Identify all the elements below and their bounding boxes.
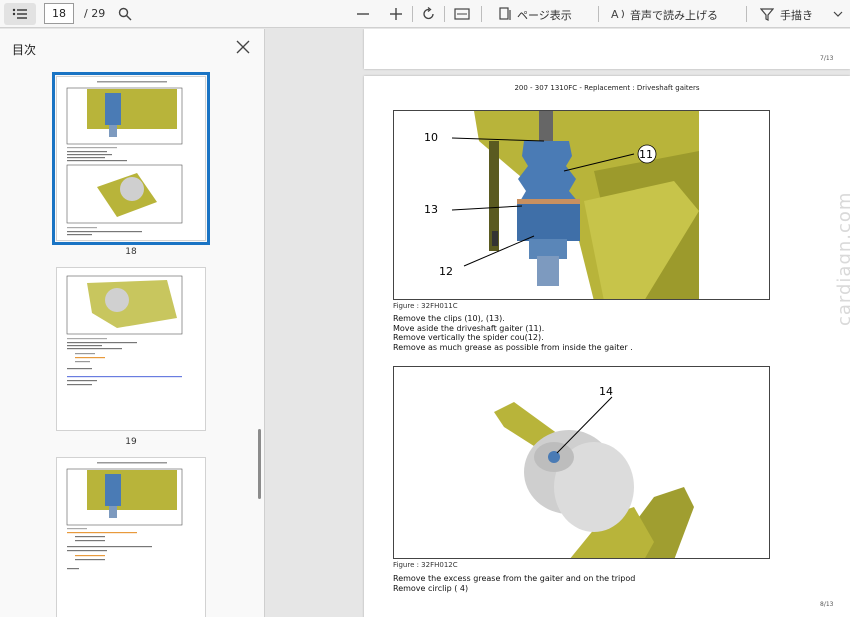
current-page: 200 - 307 1310FC - Replacement : Drivesh… [364,76,850,617]
toolbar: / 29 ページ表示 A [0,0,850,28]
instruction-line: Remove circlip ( 4) [393,583,469,593]
read-aloud-button[interactable]: 音声で読み上げる [630,7,718,23]
document-viewer: 7/13 200 - 307 1310FC - Replacement : Dr… [266,29,850,617]
callout-label: 14 [599,385,613,398]
page-view-icon [499,7,511,20]
rotate-icon [423,7,434,20]
instruction-line: Remove as much grease as possible from i… [393,342,633,352]
sidebar-title: 目次 [12,43,37,57]
toolbar-separator [481,6,482,22]
figure-1: 10 11 13 12 [393,110,770,300]
zoom-in-button[interactable] [385,3,407,25]
rotate-button[interactable] [418,3,440,25]
draw-icon-wrap[interactable] [756,3,778,25]
watermark: cardiagn.com [834,191,850,326]
table-of-contents-button[interactable] [4,3,36,25]
instruction-line: Move aside the driveshaft gaiter (11). [393,323,545,333]
thumbnail-preview [66,462,183,570]
zoom-out-button[interactable] [352,3,374,25]
instruction-paragraph: Remove the excess grease from the gaiter… [393,574,635,593]
plus-icon [390,8,402,20]
search-button[interactable] [114,3,136,25]
callout-label: 10 [424,131,438,144]
instruction-line: Remove the clips (10), (13). [393,314,505,323]
page-number-input[interactable] [44,3,74,24]
filter-draw-icon [760,8,774,21]
draw-button[interactable]: 手描き [780,7,813,23]
page-thumbnail-20[interactable] [56,457,206,617]
page-view-icon-wrap[interactable] [494,3,516,25]
svg-text:A: A [611,8,619,21]
close-icon [236,40,250,54]
document-header: 200 - 307 1310FC - Replacement : Drivesh… [514,84,700,92]
thumbnail-page-number: 18 [125,247,137,257]
figure-2: 14 [393,366,770,559]
chevron-down-icon [833,11,843,17]
thumbnail-page-number: 19 [125,437,137,447]
fit-page-button[interactable] [451,3,473,25]
contents-sidebar: 目次 18 19 [0,29,265,617]
toolbar-separator [412,6,413,22]
thumbnail-preview [66,81,183,236]
close-sidebar-button[interactable] [234,38,252,56]
search-icon [118,7,132,21]
read-aloud-icon-wrap[interactable]: A [608,3,630,25]
callout-label: 12 [439,265,453,278]
sidebar-scrollbar[interactable] [258,429,261,499]
callout-label: 13 [424,203,438,216]
page-number: 8/13 [820,601,834,608]
toolbar-separator [444,6,445,22]
thumbnail-preview [66,275,183,386]
toolbar-separator [598,6,599,22]
previous-page: 7/13 [364,29,850,69]
figure-caption: Figure : 32FH011C [393,302,458,310]
draw-options-dropdown[interactable] [827,3,849,25]
instruction-line: Remove vertically the spider cou(12). [393,333,544,342]
fit-width-icon [454,8,470,20]
page-view-button[interactable]: ページ表示 [517,7,572,23]
instruction-line: Remove the excess grease from the gaiter… [393,574,636,583]
page-number: 7/13 [820,55,834,62]
toolbar-separator [746,6,747,22]
page-thumbnail-19[interactable] [56,267,206,431]
tripod-joint-image [394,367,769,558]
callout-label: 11 [639,148,653,161]
page-total: / 29 [84,7,106,20]
figure-caption: Figure : 32FH012C [393,561,458,569]
list-icon [12,8,27,19]
read-aloud-icon: A [611,8,624,21]
instruction-paragraph: Remove the clips (10), (13). Move aside … [393,314,633,352]
page-thumbnail-18[interactable] [52,72,210,245]
minus-icon [357,13,369,15]
